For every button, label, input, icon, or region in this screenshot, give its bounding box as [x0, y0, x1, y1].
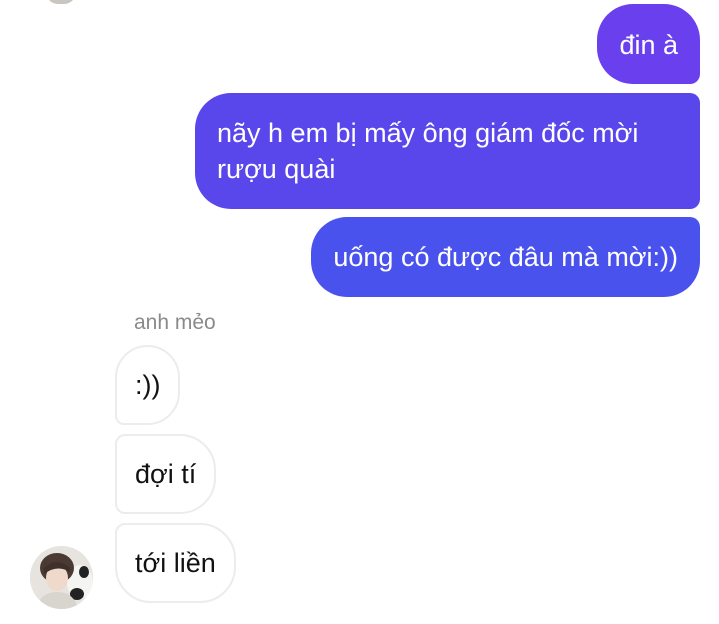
incoming-message[interactable]: đợi tí — [115, 434, 217, 514]
outgoing-message[interactable]: nãy h em bị mấy ông giám đốc mời rượu qu… — [195, 93, 700, 209]
avatar-photo-icon — [30, 546, 93, 609]
incoming-message-text: tới liền — [135, 548, 216, 578]
incoming-message[interactable]: :)) — [115, 345, 181, 425]
contact-avatar[interactable] — [30, 546, 93, 609]
outgoing-message[interactable]: đin à — [597, 4, 700, 84]
chat-thread: đin à nãy h em bị mấy ông giám đốc mời r… — [0, 0, 719, 624]
incoming-message[interactable]: tới liền — [115, 523, 236, 603]
incoming-message-text: đợi tí — [135, 459, 197, 489]
previous-avatar — [46, 0, 76, 4]
incoming-message-text: :)) — [135, 370, 161, 400]
outgoing-message[interactable]: uống có được đâu mà mời:)) — [311, 217, 700, 297]
sender-name: anh mẻo — [134, 311, 216, 334]
